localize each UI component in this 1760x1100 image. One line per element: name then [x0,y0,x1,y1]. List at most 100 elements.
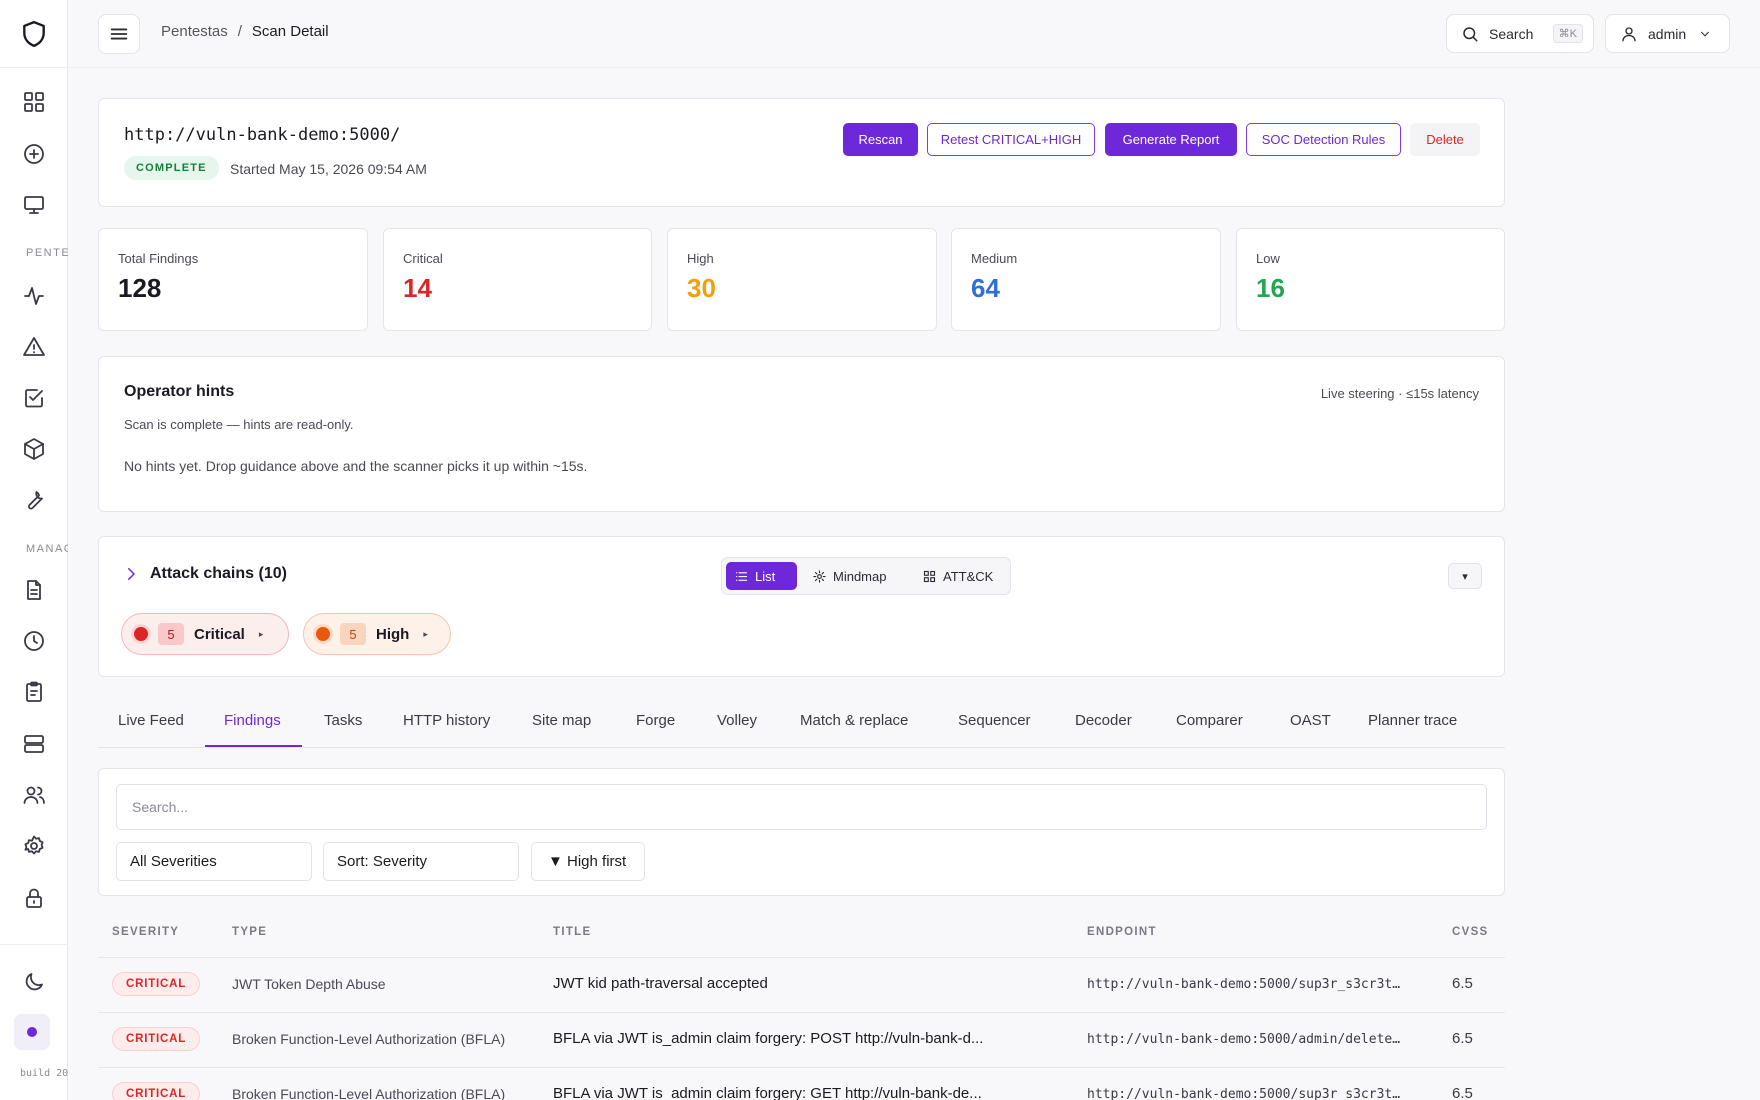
rescan-button[interactable]: Rescan [843,123,918,156]
view-attack-button[interactable]: ATT&CK [914,562,1001,590]
user-icon [1622,26,1636,41]
build-version: build 2026 [20,1068,68,1079]
users-icon[interactable] [22,783,46,807]
dashboard-grid-icon[interactable] [22,90,46,114]
breadcrumb-current: Scan Detail [251,23,329,40]
severity-filter-select[interactable]: All Severities [116,842,312,881]
search-shortcut: ⌘K [1552,24,1583,43]
findings-search-input[interactable] [116,784,1487,830]
column-header-type[interactable]: TYPE [232,926,267,938]
stat-label: Total Findings [118,251,199,266]
stat-label: Low [1256,251,1280,266]
scan-tabs: Live Feed Findings Tasks HTTP history Si… [98,700,1505,748]
attack-chains-card: Attack chains (10) List Mindmap ATT&CK ▾… [98,536,1505,677]
stat-label: Medium [971,251,1018,266]
breadcrumb-root[interactable]: Pentestas [161,23,228,40]
scan-started-time: Started May 15, 2026 09:54 AM [230,161,427,177]
attack-chains-title[interactable]: Attack chains (10) [150,565,287,583]
caret-right-icon: ▸ [423,628,428,639]
chain-group-label: Critical [194,625,245,643]
user-menu-button[interactable]: admin [1605,14,1730,53]
finding-endpoint: http://vuln-bank-demo:5000/sup3r_s3cr3t_… [1087,1087,1403,1100]
chevron-down-icon [1701,31,1710,36]
column-header-title[interactable]: TITLE [553,926,591,938]
stat-value: 128 [118,273,162,303]
tab-decoder[interactable]: Decoder [1075,712,1132,729]
retest-critical-high-button[interactable]: Retest CRITICAL+HIGH [927,123,1095,156]
finding-title[interactable]: JWT kid path-traversal accepted [553,975,1003,992]
server-icon[interactable] [22,732,46,756]
breadcrumb-separator: / [237,23,242,40]
view-list-button[interactable]: List [726,562,797,590]
gear-icon[interactable] [22,834,46,858]
stat-high[interactable]: High 30 [667,228,937,331]
chevron-right-icon[interactable] [122,565,140,583]
severity-badge: CRITICAL [112,972,201,996]
app-logo[interactable] [0,0,68,68]
list-icon [735,571,748,581]
column-header-endpoint[interactable]: ENDPOINT [1087,926,1157,938]
hamburger-menu-icon [110,28,128,40]
view-attack-label: ATT&CK [943,568,994,584]
new-scan-plus-icon[interactable] [22,142,46,166]
tab-http-history[interactable]: HTTP history [403,712,490,729]
scan-header-card: http://vuln-bank-demo:5000/ COMPLETE Sta… [98,98,1505,207]
chain-group-label: High [376,625,410,643]
stat-medium[interactable]: Medium 64 [951,228,1221,331]
chain-group-high[interactable]: 5 High ▸ [303,613,451,655]
stat-critical[interactable]: Critical 14 [383,228,652,331]
column-header-severity[interactable]: SEVERITY [112,926,179,938]
breadcrumb: Pentestas / Scan Detail [161,23,329,40]
clipboard-icon[interactable] [22,680,46,704]
delete-scan-button[interactable]: Delete [1410,123,1480,156]
tab-match-replace[interactable]: Match & replace [800,712,908,729]
finding-title[interactable]: BFLA via JWT is_admin claim forgery: GET… [553,1085,1003,1100]
tab-volley[interactable]: Volley [717,712,757,729]
alert-triangle-icon[interactable] [22,335,46,359]
chain-group-count: 5 [340,623,366,645]
activity-icon[interactable] [22,284,46,308]
tab-comparer[interactable]: Comparer [1176,712,1243,729]
column-header-cvss[interactable]: CVSS [1452,926,1489,938]
clock-icon[interactable] [22,629,46,653]
monitor-icon[interactable] [22,193,46,217]
check-square-icon[interactable] [22,386,46,410]
severity-badge: CRITICAL [112,1027,201,1051]
package-cube-icon[interactable] [22,437,46,461]
chain-group-count: 5 [158,623,184,645]
view-mindmap-button[interactable]: Mindmap [804,562,894,590]
global-search-button[interactable]: Search ⌘K [1446,14,1594,53]
tab-sequencer[interactable]: Sequencer [958,712,1031,729]
sort-order-button[interactable]: ▼ High first [531,842,645,881]
menu-toggle-button[interactable] [98,14,140,54]
mindmap-sun-icon [813,569,826,583]
grid-icon [923,570,936,582]
chains-options-dropdown[interactable]: ▾ [1448,563,1482,589]
lock-icon[interactable] [22,886,46,910]
tab-live-feed[interactable]: Live Feed [118,712,184,729]
dark-mode-moon-icon[interactable] [22,970,46,994]
document-icon[interactable] [22,578,46,602]
stat-low[interactable]: Low 16 [1236,228,1505,331]
sidebar-section-pentest: PENTESTAS [26,247,68,259]
wrench-icon[interactable] [22,488,46,512]
sidebar-divider [0,944,68,945]
tab-planner-trace[interactable]: Planner trace [1368,712,1457,729]
tab-tasks[interactable]: Tasks [324,712,362,729]
tab-findings[interactable]: Findings [224,712,281,729]
finding-title[interactable]: BFLA via JWT is_admin claim forgery: POS… [553,1030,1003,1047]
stat-value: 16 [1256,273,1285,303]
status-indicator[interactable] [14,1014,50,1050]
scan-target-url: http://vuln-bank-demo:5000/ [124,125,401,145]
finding-type: Broken Function-Level Authorization (BFL… [232,1086,506,1100]
sort-select[interactable]: Sort: Severity [323,842,519,881]
stat-total-findings[interactable]: Total Findings 128 [98,228,368,331]
tab-forge[interactable]: Forge [636,712,675,729]
status-dot-icon [27,1027,37,1037]
soc-detection-rules-button[interactable]: SOC Detection Rules [1246,123,1401,156]
chain-group-critical[interactable]: 5 Critical ▸ [121,613,289,655]
table-divider [98,957,1505,958]
generate-report-button[interactable]: Generate Report [1105,123,1237,156]
tab-oast[interactable]: OAST [1290,712,1331,729]
tab-site-map[interactable]: Site map [532,712,591,729]
